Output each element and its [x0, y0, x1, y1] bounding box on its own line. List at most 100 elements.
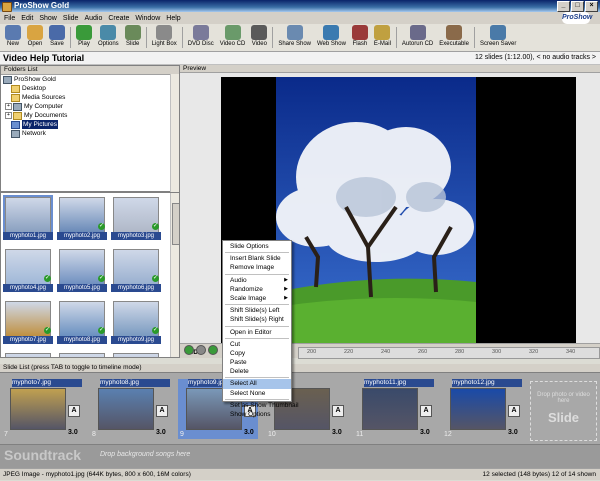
toolbar-play-button[interactable]: Play: [73, 24, 95, 51]
toolbar-options-button[interactable]: Options: [95, 24, 122, 51]
menu-item-label: Select All: [230, 380, 257, 388]
files-scrollbar[interactable]: [170, 193, 179, 357]
toolbar-executable-button[interactable]: Executable: [436, 24, 472, 51]
folder-item[interactable]: Media Sources: [1, 93, 179, 102]
file-thumbnail[interactable]: myphoto9.jpg ✓: [111, 299, 161, 347]
menu-show[interactable]: Show: [39, 15, 57, 22]
slide-duration[interactable]: 3.0: [508, 429, 518, 436]
folder-item[interactable]: + My Documents: [1, 111, 179, 120]
empty-slide-slot[interactable]: Drop photo or video here Slide: [530, 381, 597, 441]
slide-duration[interactable]: 3.0: [68, 429, 78, 436]
file-thumbnail[interactable]: [3, 351, 53, 357]
folder-item[interactable]: ProShow Gold: [1, 75, 179, 84]
expand-icon[interactable]: +: [5, 112, 12, 119]
folder-item[interactable]: + My Computer: [1, 102, 179, 111]
file-thumbnail[interactable]: myphoto1.jpg: [3, 195, 53, 243]
context-menu-randomize[interactable]: Randomize ▶: [223, 285, 291, 294]
timeline-ruler[interactable]: 200 220 240 260 280 300 320 340: [298, 347, 600, 359]
folder-label: My Documents: [24, 112, 68, 119]
toolbar-e-mail-button[interactable]: E-Mail: [371, 24, 394, 51]
slide-duration[interactable]: 3.0: [244, 429, 254, 436]
file-thumbnail[interactable]: [57, 351, 107, 357]
toolbar-slide-button[interactable]: Slide: [122, 24, 144, 51]
menu-slide[interactable]: Slide: [63, 15, 79, 22]
folders-scrollbar[interactable]: [170, 74, 179, 192]
folder-item[interactable]: Network: [1, 129, 179, 138]
file-thumbnail[interactable]: myphoto7.jpg ✓: [3, 299, 53, 347]
slide-item[interactable]: myphoto12.jpg A 12 3.0: [442, 379, 522, 439]
slide-caption-icon[interactable]: A: [508, 405, 520, 417]
menu-file[interactable]: File: [4, 15, 15, 22]
project-header: Video Help Tutorial 12 slides (1:12.00),…: [0, 52, 600, 65]
slide-item[interactable]: myphoto11.jpg A 11 3.0: [354, 379, 434, 439]
menu-window[interactable]: Window: [135, 15, 160, 22]
context-menu-copy[interactable]: Copy: [223, 349, 291, 358]
slide-caption-icon[interactable]: A: [156, 405, 168, 417]
context-menu-remove-image[interactable]: Remove Image: [223, 263, 291, 272]
expand-icon[interactable]: +: [5, 103, 12, 110]
context-menu-shift-slide-s-right[interactable]: Shift Slide(s) Right: [223, 315, 291, 324]
folder-icon: [11, 93, 20, 102]
slide-caption-icon[interactable]: A: [332, 405, 344, 417]
file-thumbnail[interactable]: myphoto3.jpg ✓: [111, 195, 161, 243]
context-menu-delete[interactable]: Delete: [223, 367, 291, 376]
file-thumbnail[interactable]: myphoto4.jpg ✓: [3, 247, 53, 295]
context-menu-slide-options[interactable]: Slide Options: [223, 242, 291, 251]
context-menu-open-in-editor[interactable]: Open in Editor: [223, 328, 291, 337]
toolbar-screen-saver-button[interactable]: Screen Saver: [477, 24, 519, 51]
slide-item[interactable]: myphoto7.jpg A 7 3.0: [2, 379, 82, 439]
toolbar-video-button[interactable]: Video: [248, 24, 270, 51]
slide-duration[interactable]: 3.0: [420, 429, 430, 436]
file-thumbnail[interactable]: myphoto2.jpg ✓: [57, 195, 107, 243]
toolbar-web-show-button[interactable]: Web Show: [314, 24, 349, 51]
file-thumbnail[interactable]: myphoto8.jpg ✓: [57, 299, 107, 347]
context-menu-select-all[interactable]: Select All: [223, 379, 291, 389]
file-thumbnail[interactable]: [111, 351, 161, 357]
menu-help[interactable]: Help: [166, 15, 180, 22]
folder-item[interactable]: My Pictures: [1, 120, 179, 129]
app-icon: [2, 2, 12, 12]
folder-label: My Computer: [24, 103, 64, 110]
context-menu-select-none[interactable]: Select None: [223, 389, 291, 398]
toolbar-new-button[interactable]: New: [2, 24, 24, 51]
toolbar-flash-button[interactable]: Flash: [349, 24, 371, 51]
menu-create[interactable]: Create: [108, 15, 129, 22]
stop-icon[interactable]: [196, 345, 206, 355]
toolbar-share-show-button[interactable]: Share Show: [275, 24, 314, 51]
folder-item[interactable]: Desktop: [1, 84, 179, 93]
context-menu-audio[interactable]: Audio ▶: [223, 276, 291, 285]
slide-item[interactable]: myphoto8.jpg A 8 3.0: [90, 379, 170, 439]
toolbar-video-cd-button[interactable]: Video CD: [217, 24, 249, 51]
file-thumbnail[interactable]: myphoto5.jpg ✓: [57, 247, 107, 295]
context-menu-cut[interactable]: Cut: [223, 340, 291, 349]
slide-duration[interactable]: 3.0: [156, 429, 166, 436]
folder-icon: [11, 129, 20, 138]
menu-item-label: Slide Options: [230, 243, 269, 250]
slide-duration[interactable]: 3.0: [332, 429, 342, 436]
slide-caption-icon[interactable]: A: [420, 405, 432, 417]
context-menu-show-options[interactable]: Show Options: [223, 410, 291, 419]
toolbar-light-box-button[interactable]: Light Box: [149, 24, 180, 51]
context-menu-insert-blank-slide[interactable]: Insert Blank Slide: [223, 254, 291, 263]
ruler-tick-label: 340: [566, 349, 576, 355]
context-menu-paste[interactable]: Paste: [223, 358, 291, 367]
toolbar-open-button[interactable]: Open: [24, 24, 46, 51]
toolbar-autorun-cd-button[interactable]: Autorun CD: [399, 24, 436, 51]
file-thumbnail[interactable]: myphoto6.jpg ✓: [111, 247, 161, 295]
minimize-button[interactable]: _: [557, 1, 570, 12]
maximize-button[interactable]: □: [571, 1, 584, 12]
play-icon[interactable]: [184, 345, 194, 355]
toolbar-save-button[interactable]: Save: [46, 24, 68, 51]
context-menu-shift-slide-s-left[interactable]: Shift Slide(s) Left: [223, 306, 291, 315]
menu-edit[interactable]: Edit: [21, 15, 33, 22]
menu-audio[interactable]: Audio: [84, 15, 102, 22]
close-button[interactable]: ×: [585, 1, 598, 12]
soundtrack-bar[interactable]: Soundtrack Drop background songs here: [0, 444, 600, 468]
context-menu-set-as-show-thumbnail[interactable]: Set as Show Thumbnail: [223, 401, 299, 410]
toolbar-dvd-disc-button[interactable]: DVD Disc: [185, 24, 217, 51]
next-icon[interactable]: [208, 345, 218, 355]
context-menu-scale-image[interactable]: Scale Image ▶: [223, 294, 291, 303]
checkmark-icon: ✓: [98, 327, 105, 334]
folders-panel: Folders List ProShow Gold Desktop Media So…: [0, 65, 180, 192]
slide-caption-icon[interactable]: A: [68, 405, 80, 417]
